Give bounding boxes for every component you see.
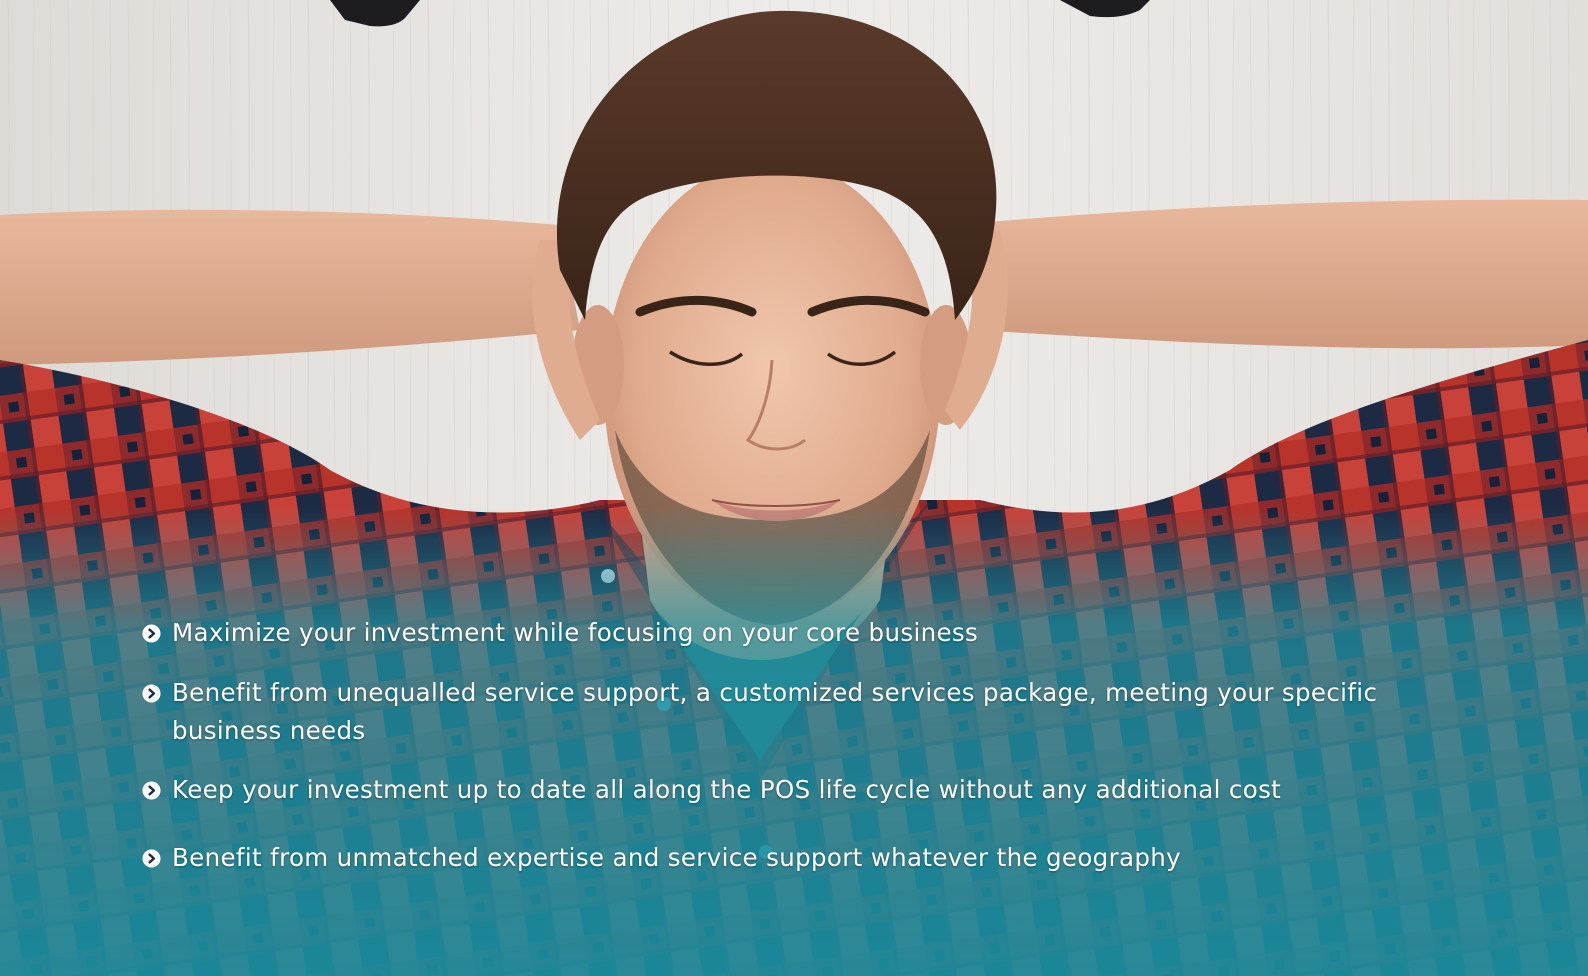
benefit-item: Maximize your investment while focusing …: [142, 614, 1432, 652]
benefit-item: Benefit from unmatched expertise and ser…: [142, 839, 1432, 877]
benefit-text: Benefit from unequalled service support,…: [172, 678, 1378, 745]
chevron-right-circle-icon: [142, 624, 161, 643]
chevron-right-circle-icon: [142, 781, 161, 800]
chevron-right-circle-icon: [142, 849, 161, 868]
benefit-text: Benefit from unmatched expertise and ser…: [172, 843, 1181, 872]
chevron-right-circle-icon: [142, 684, 161, 703]
benefit-text: Keep your investment up to date all alon…: [172, 775, 1282, 804]
benefit-text: Maximize your investment while focusing …: [172, 618, 979, 647]
benefit-item: Benefit from unequalled service support,…: [142, 674, 1432, 750]
benefits-list: Maximize your investment while focusing …: [142, 614, 1432, 877]
benefit-item: Keep your investment up to date all alon…: [142, 771, 1432, 809]
hero-section: Maximize your investment while focusing …: [0, 0, 1588, 976]
